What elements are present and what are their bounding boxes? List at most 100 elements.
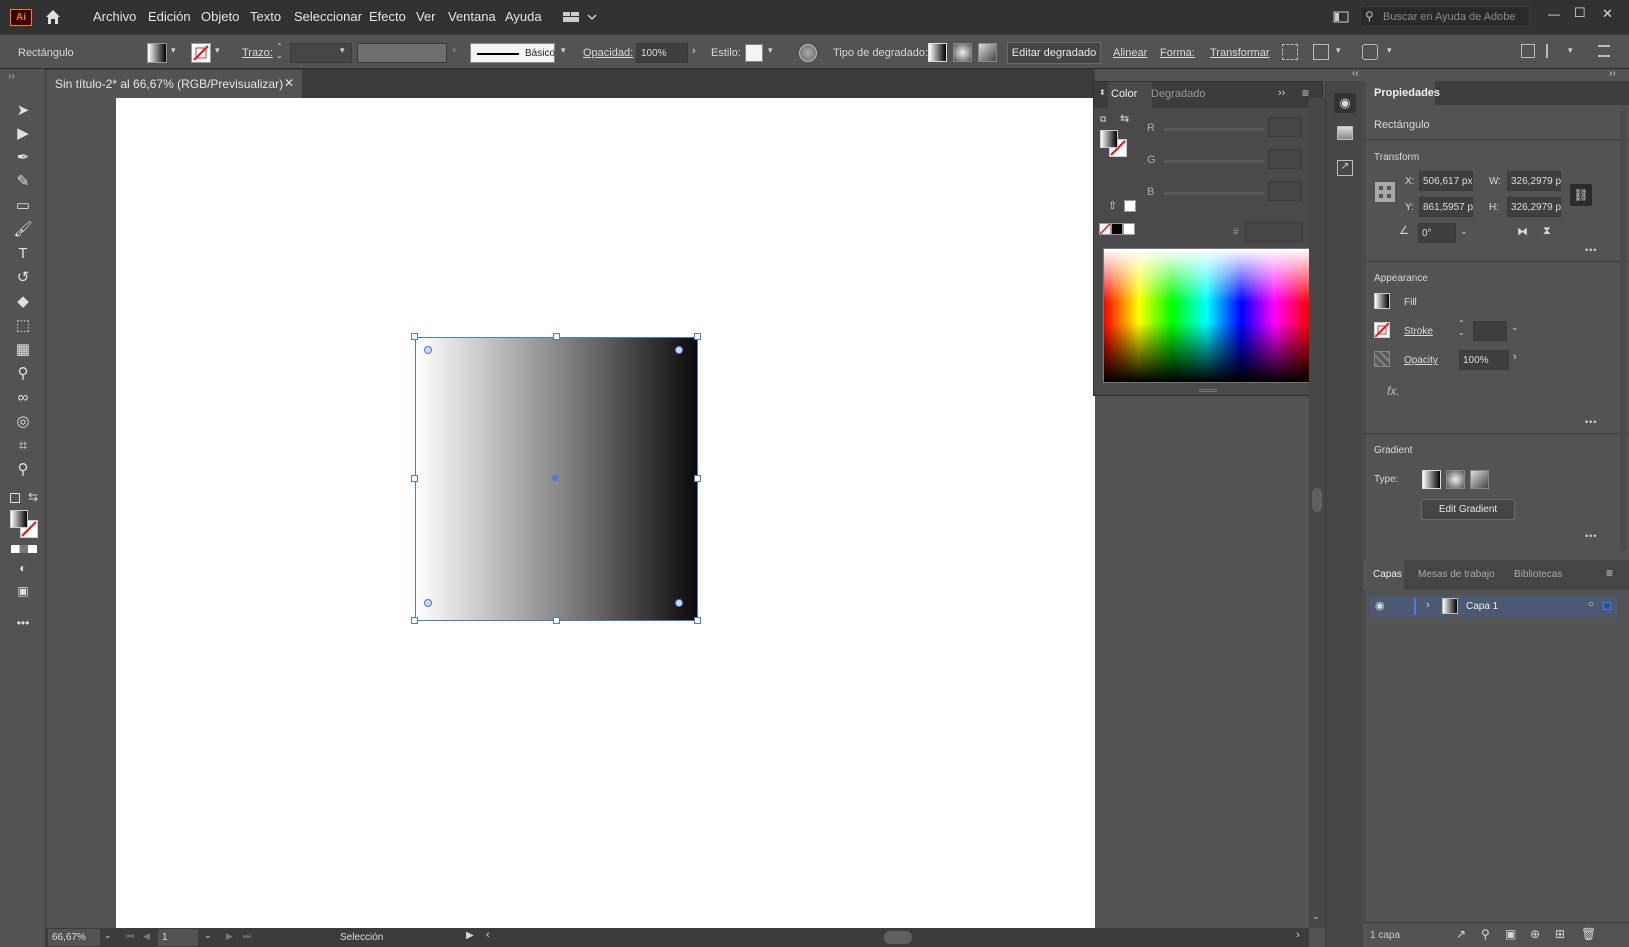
handle-bottom-left[interactable] (411, 617, 418, 624)
paintbrush-tool-icon[interactable]: 🖌 (12, 221, 34, 239)
style-dropdown-icon[interactable]: ▾ (768, 45, 773, 56)
menu-archivo[interactable]: Archivo (93, 9, 136, 24)
transform-more-icon[interactable]: ••• (1585, 245, 1597, 255)
menu-ayuda[interactable]: Ayuda (505, 9, 542, 24)
opacidad-label[interactable]: Opacidad: (583, 47, 633, 59)
recolor-artwork-icon[interactable] (799, 44, 817, 62)
more-tools-icon[interactable]: ••• (12, 614, 34, 632)
stroke-weight-stepper[interactable]: ⌃ ⌄ (276, 42, 283, 60)
corner-widget-bl[interactable] (424, 599, 432, 607)
dock-export-icon[interactable]: ↗ (1337, 160, 1353, 176)
w-field[interactable]: 326,2979 p (1507, 171, 1561, 191)
panel-menu-dropdown-icon[interactable]: ▾ (1568, 45, 1573, 56)
clipping-mask-icon[interactable]: ▣ (1505, 927, 1516, 941)
dock-gradient-icon[interactable] (1337, 126, 1353, 140)
transformar-link[interactable]: Transformar (1210, 47, 1270, 59)
handle-bottom-right[interactable] (694, 617, 701, 624)
panel-layout-icon[interactable] (1333, 9, 1349, 25)
fill-dropdown-icon[interactable]: ▾ (171, 45, 176, 56)
artboard-dropdown-icon[interactable]: ⌄ (204, 930, 212, 941)
opacity-label[interactable]: Opacity (1404, 355, 1438, 366)
radial-gradient-icon[interactable] (953, 43, 972, 62)
menu-seleccionar[interactable]: Seleccionar (294, 9, 362, 24)
channel-r-field[interactable] (1268, 117, 1302, 137)
rotate-tool-icon[interactable]: ↺ (12, 269, 34, 287)
appearance-opacity-field[interactable]: 100% (1459, 350, 1509, 370)
puppet-warp-icon[interactable] (1362, 44, 1378, 60)
canvas-vertical-scrollbar[interactable]: ⌄ (1309, 98, 1325, 928)
screen-mode-icon[interactable]: ▣ (12, 582, 34, 600)
panel-menu-icon[interactable] (1546, 44, 1560, 58)
swap-colors-icon[interactable]: ⇆ (28, 490, 38, 504)
opacity-arrow-icon[interactable]: › (1513, 351, 1517, 363)
vertical-scroll-thumb[interactable] (1312, 488, 1322, 512)
handle-middle-left[interactable] (411, 475, 418, 482)
gradient-more-icon[interactable]: ••• (1585, 531, 1597, 541)
color-panel-fill-swatch[interactable] (1100, 130, 1118, 148)
stroke-dropdown-icon[interactable]: ▾ (215, 45, 220, 56)
curvature-tool-icon[interactable]: ✎ (12, 173, 34, 191)
default-colors-icon[interactable] (10, 493, 20, 503)
black-swatch[interactable] (1111, 223, 1123, 235)
appearance-stroke-swatch[interactable] (1374, 322, 1390, 338)
gradient-tool-icon[interactable]: ▦ (12, 341, 34, 359)
dock-color-icon[interactable]: ◉ (1334, 93, 1356, 113)
swap-fill-stroke-icon[interactable]: ⇆ (1120, 112, 1129, 125)
eyedropper-tool-icon[interactable]: ⚲ (12, 365, 34, 383)
home-icon[interactable] (44, 8, 62, 26)
first-artboard-icon[interactable]: ⏮ (126, 931, 134, 942)
direct-selection-tool-icon[interactable]: ▶ (12, 125, 34, 143)
tab-degradado[interactable]: Degradado (1151, 88, 1205, 100)
draw-mode-icon[interactable]: ◐ (12, 559, 34, 577)
edit-gradient-button[interactable]: Editar degradado (1007, 42, 1101, 64)
style-swatch[interactable] (745, 44, 763, 62)
channel-g-field[interactable] (1268, 149, 1302, 169)
panel-collapse-icon[interactable]: ⬍ (1099, 88, 1106, 97)
default-fill-stroke-icon[interactable]: ⧉ (1100, 114, 1106, 125)
stroke-weight-stepper[interactable]: ⌃ ⌄ (1458, 319, 1465, 337)
flip-horizontal-icon[interactable]: ⧓ (1517, 225, 1528, 238)
scroll-left-icon[interactable]: ‹ (486, 929, 490, 941)
layer-row[interactable]: ◉ › Capa 1 ○ (1370, 596, 1618, 617)
handle-bottom-middle[interactable] (553, 617, 560, 624)
white-swatch[interactable] (1123, 223, 1135, 235)
corner-widget-br[interactable] (675, 599, 683, 607)
dock-collapse-icon[interactable]: ‹‹ (1352, 68, 1359, 79)
pen-tool-icon[interactable]: ✒ (12, 149, 34, 167)
blend-tool-icon[interactable]: ∞ (12, 389, 34, 407)
hex-field[interactable] (1245, 222, 1303, 242)
appearance-more-icon[interactable]: ••• (1585, 417, 1597, 427)
export-icon[interactable]: ↗ (1456, 927, 1466, 941)
shape-builder-tool-icon[interactable]: ◎ (12, 413, 34, 431)
freeform-gradient-icon[interactable] (978, 43, 997, 62)
new-layer-icon[interactable]: ⊞ (1555, 927, 1565, 941)
handle-top-middle[interactable] (553, 333, 560, 340)
channel-r-slider[interactable] (1164, 128, 1264, 131)
document-tab[interactable]: Sin título-2* al 66,67% (RGB/Previsualiz… (46, 70, 302, 98)
stroke-label[interactable]: Stroke (1404, 326, 1433, 337)
appearance-opacity-icon[interactable] (1374, 351, 1390, 367)
alinear-link[interactable]: Alinear (1113, 47, 1147, 59)
align-options-dropdown-icon[interactable]: ▾ (1336, 45, 1341, 56)
free-transform-tool-icon[interactable]: ⬚ (12, 317, 34, 335)
gradient-freeform-button[interactable] (1470, 470, 1489, 489)
color-spectrum[interactable] (1103, 248, 1310, 383)
menu-efecto[interactable]: Efecto (369, 9, 406, 24)
appearance-stroke-field[interactable] (1473, 321, 1507, 341)
stroke-dropdown-icon[interactable]: ⌄ (1511, 322, 1519, 333)
locate-object-icon[interactable]: ⚲ (1481, 927, 1490, 941)
stroke-swatch[interactable] (191, 43, 211, 63)
eraser-tool-icon[interactable]: ◆ (12, 293, 34, 311)
flip-vertical-icon[interactable]: ⧗ (1543, 225, 1551, 238)
last-color-swatch[interactable] (1124, 200, 1136, 212)
tab-capas[interactable]: Capas (1373, 569, 1402, 580)
menu-texto[interactable]: Texto (250, 9, 281, 24)
angle-field[interactable]: 0° (1418, 223, 1456, 243)
fx-icon[interactable]: fx. (1387, 384, 1400, 398)
color-panel-resize-grip[interactable] (1199, 389, 1217, 392)
h-field[interactable]: 326,2979 p (1507, 197, 1561, 217)
stroke-weight-dropdown-icon[interactable]: ▾ (340, 45, 345, 56)
fill-color-swatch[interactable] (10, 510, 28, 528)
handle-top-right[interactable] (694, 333, 701, 340)
trazo-label[interactable]: Trazo: (242, 47, 273, 59)
